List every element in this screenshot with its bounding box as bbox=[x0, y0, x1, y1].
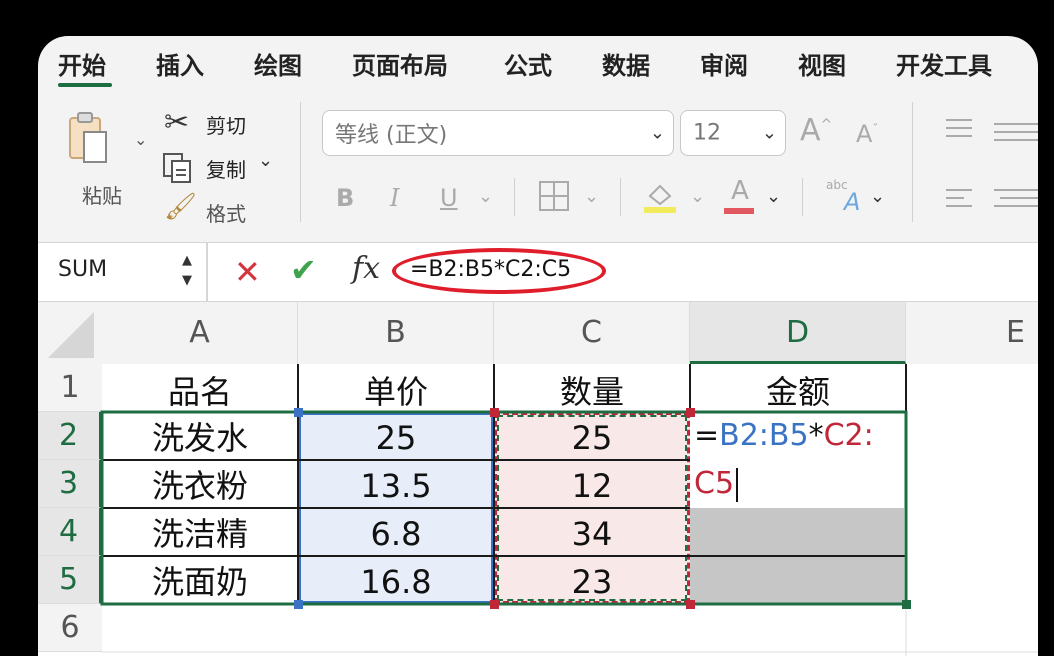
divider bbox=[620, 178, 621, 216]
chevron-down-icon[interactable]: ⌄ bbox=[690, 188, 705, 206]
cancel-icon[interactable]: ✕ bbox=[234, 253, 261, 291]
stepper-up-icon[interactable]: ▲ bbox=[182, 253, 192, 268]
tab-view[interactable]: 视图 bbox=[798, 46, 846, 81]
tab-page-layout[interactable]: 页面布局 bbox=[352, 46, 448, 81]
copy-label[interactable]: 复制 bbox=[206, 154, 246, 183]
cell-d2-editor[interactable]: =B2:B5*C2: C5 bbox=[694, 412, 904, 508]
fill-color-icon[interactable] bbox=[642, 178, 678, 214]
cell-a1[interactable]: 品名 bbox=[102, 364, 298, 412]
tab-home[interactable]: 开始 bbox=[58, 46, 106, 81]
chevron-down-icon[interactable]: ⌄ bbox=[766, 188, 781, 206]
borders-icon[interactable] bbox=[538, 180, 570, 212]
cell-c2[interactable]: 25 bbox=[494, 412, 690, 460]
font-name-value: 等线 (正文) bbox=[335, 123, 448, 148]
italic-icon[interactable]: I bbox=[390, 186, 399, 210]
insert-function-icon[interactable]: fx bbox=[352, 251, 380, 286]
paste-label[interactable]: 粘贴 bbox=[82, 180, 122, 209]
font-color-icon[interactable]: A bbox=[726, 176, 754, 206]
shrink-font-icon[interactable]: Aˇ bbox=[856, 122, 878, 146]
clipboard-icon[interactable] bbox=[68, 110, 110, 166]
divider bbox=[802, 178, 803, 216]
tab-formulas[interactable]: 公式 bbox=[504, 46, 552, 81]
excel-window: 开始 插入 绘图 页面布局 公式 数据 审阅 视图 开发工具 ⌄ 粘贴 ✂ 剪切… bbox=[38, 36, 1038, 656]
tab-developer[interactable]: 开发工具 bbox=[896, 46, 992, 81]
cell-a2[interactable]: 洗发水 bbox=[102, 412, 298, 460]
formula-ref-b: B2:B5 bbox=[719, 418, 809, 453]
grow-font-icon[interactable]: A^ bbox=[800, 116, 832, 146]
scissors-icon[interactable]: ✂ bbox=[164, 108, 189, 138]
annotation-circle bbox=[392, 248, 606, 294]
cell-c1[interactable]: 数量 bbox=[494, 364, 690, 412]
confirm-check-icon[interactable]: ✔ bbox=[290, 251, 317, 289]
tab-data[interactable]: 数据 bbox=[602, 46, 650, 81]
formula-equals: = bbox=[694, 418, 720, 453]
copy-icon[interactable] bbox=[162, 152, 194, 184]
cell-d1[interactable]: 金额 bbox=[690, 364, 906, 412]
cell-c4[interactable]: 34 bbox=[494, 508, 690, 556]
cell-b4[interactable]: 6.8 bbox=[298, 508, 494, 556]
tab-draw[interactable]: 绘图 bbox=[254, 46, 302, 81]
font-name-dropdown[interactable]: 等线 (正文) ⌄ bbox=[322, 110, 674, 156]
name-box-value: SUM bbox=[58, 257, 108, 282]
chevron-down-icon[interactable]: ⌄ bbox=[584, 188, 599, 206]
formula-ref-c-end: C5 bbox=[694, 466, 735, 501]
paste-chevron-icon[interactable]: ⌄ bbox=[134, 132, 147, 148]
underline-icon[interactable]: U bbox=[440, 186, 458, 210]
phonetic-icon[interactable]: A bbox=[844, 188, 860, 216]
fill-handle[interactable] bbox=[902, 600, 911, 609]
divider bbox=[300, 102, 301, 222]
text-cursor bbox=[736, 467, 739, 502]
bold-icon[interactable]: B bbox=[336, 186, 354, 210]
cell-c3[interactable]: 12 bbox=[494, 460, 690, 508]
spreadsheet-grid: A B C D E 1 2 3 4 5 6 品名 单价 数量 金额 洗发水 25… bbox=[38, 302, 1038, 656]
chevron-down-icon: ⌄ bbox=[761, 122, 777, 144]
tab-review[interactable]: 审阅 bbox=[700, 46, 748, 81]
format-painter-label[interactable]: 格式 bbox=[206, 198, 246, 227]
chevron-down-icon[interactable]: ⌄ bbox=[870, 188, 885, 206]
font-size-value: 12 bbox=[693, 120, 721, 146]
formula-ref-c-start: C2: bbox=[823, 418, 874, 453]
formula-bar: SUM ▲ ▼ ✕ ✔ fx =B2:B5*C2:C5 bbox=[38, 242, 1038, 302]
chevron-down-icon: ⌄ bbox=[649, 122, 665, 144]
cell-b2[interactable]: 25 bbox=[298, 412, 494, 460]
name-box[interactable]: SUM ▲ ▼ bbox=[38, 243, 208, 301]
cell-a3[interactable]: 洗衣粉 bbox=[102, 460, 298, 508]
chevron-down-icon[interactable]: ⌄ bbox=[478, 188, 493, 206]
cell-b5[interactable]: 16.8 bbox=[298, 556, 494, 604]
divider bbox=[514, 178, 515, 216]
active-tab-indicator bbox=[58, 83, 112, 87]
cell-c5[interactable]: 23 bbox=[494, 556, 690, 604]
cut-label[interactable]: 剪切 bbox=[206, 110, 246, 139]
stepper-down-icon[interactable]: ▼ bbox=[182, 273, 192, 288]
cell-a4[interactable]: 洗洁精 bbox=[102, 508, 298, 556]
alignment-icons[interactable] bbox=[944, 116, 1038, 226]
format-painter-icon[interactable]: 🖌︎ bbox=[164, 194, 197, 220]
cell-b3[interactable]: 13.5 bbox=[298, 460, 494, 508]
formula-operator: * bbox=[808, 418, 824, 453]
tab-insert[interactable]: 插入 bbox=[156, 46, 204, 81]
font-size-dropdown[interactable]: 12 ⌄ bbox=[680, 110, 786, 156]
font-color-swatch bbox=[724, 208, 754, 214]
cell-a5[interactable]: 洗面奶 bbox=[102, 556, 298, 604]
copy-chevron-icon[interactable]: ⌄ bbox=[258, 152, 273, 170]
divider bbox=[912, 102, 913, 222]
cell-b1[interactable]: 单价 bbox=[298, 364, 494, 412]
